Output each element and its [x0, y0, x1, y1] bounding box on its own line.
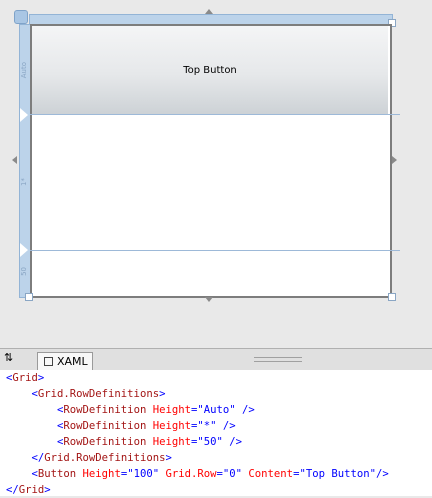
code-token: ="0": [216, 468, 243, 480]
row-label-star: 1*: [20, 178, 28, 186]
code-line[interactable]: <RowDefinition Height="Auto" />: [6, 402, 389, 418]
code-token: >: [37, 372, 45, 384]
code-token: RowDefinition: [63, 420, 147, 432]
row-2-marker-icon[interactable]: [20, 243, 28, 257]
splitter-grip[interactable]: [254, 357, 302, 362]
code-token: Grid: [12, 372, 38, 384]
code-token: >: [159, 388, 166, 400]
code-token: >: [165, 452, 172, 464]
code-token: RowDefinition: [63, 436, 147, 448]
row-label-fixed: 50: [20, 267, 28, 276]
code-line[interactable]: <Grid>: [6, 370, 389, 386]
tab-xaml[interactable]: XAML: [37, 352, 93, 370]
move-handle-icon[interactable]: [14, 10, 28, 24]
code-token: </: [6, 484, 19, 496]
code-token: Button: [37, 468, 77, 480]
code-token: >: [44, 484, 51, 496]
arrow-up-icon: [205, 9, 213, 14]
code-token: ="Auto" />: [190, 404, 255, 416]
row-divider-1: [30, 114, 400, 115]
code-token: <: [6, 404, 64, 416]
resize-handle-bottom-left[interactable]: [25, 293, 33, 301]
design-surface: Auto 1* 50 Top Button: [0, 0, 432, 348]
row-label-auto: Auto: [20, 62, 28, 79]
code-token: RowDefinition: [63, 404, 147, 416]
arrow-left-icon: [12, 156, 17, 164]
code-token: Grid.RowDefinitions: [44, 452, 166, 464]
code-token: Grid: [18, 484, 45, 496]
row-1-marker-icon[interactable]: [20, 108, 28, 122]
code-line[interactable]: <RowDefinition Height="50" />: [6, 434, 389, 450]
code-token: ="50" />: [190, 436, 243, 448]
code-token: ="*" />: [190, 420, 236, 432]
arrow-right-icon: [392, 156, 397, 164]
resize-handle-bottom-right[interactable]: [388, 293, 396, 301]
code-token: Content: [242, 468, 294, 480]
code-token: Height: [146, 404, 191, 416]
code-line[interactable]: </Grid.RowDefinitions>: [6, 450, 389, 466]
xaml-file-icon: [44, 357, 53, 366]
code-token: <: [6, 468, 38, 480]
code-token: Height: [146, 436, 191, 448]
arrow-down-icon: [205, 297, 213, 302]
code-line[interactable]: <Grid.RowDefinitions>: [6, 386, 389, 402]
row-divider-2: [30, 250, 400, 251]
code-token: ="100": [120, 468, 160, 480]
code-token: Height: [76, 468, 121, 480]
code-line[interactable]: <Button Height="100" Grid.Row="0" Conten…: [6, 466, 389, 482]
swap-panes-icon[interactable]: ⇅: [4, 351, 13, 364]
code-token: Grid.Row: [159, 468, 217, 480]
xaml-code[interactable]: <Grid> <Grid.RowDefinitions> <RowDefinit…: [6, 370, 389, 498]
code-line[interactable]: <RowDefinition Height="*" />: [6, 418, 389, 434]
top-button[interactable]: Top Button: [32, 26, 388, 115]
code-token: ="Top Button"/>: [293, 468, 389, 480]
code-token: </: [6, 452, 45, 464]
code-token: <: [6, 388, 38, 400]
code-token: Height: [146, 420, 191, 432]
tab-xaml-label: XAML: [57, 355, 88, 368]
code-token: <: [6, 420, 64, 432]
xaml-editor[interactable]: <Grid> <Grid.RowDefinitions> <RowDefinit…: [0, 370, 432, 496]
code-token: <: [6, 436, 64, 448]
code-token: Grid.RowDefinitions: [37, 388, 160, 400]
